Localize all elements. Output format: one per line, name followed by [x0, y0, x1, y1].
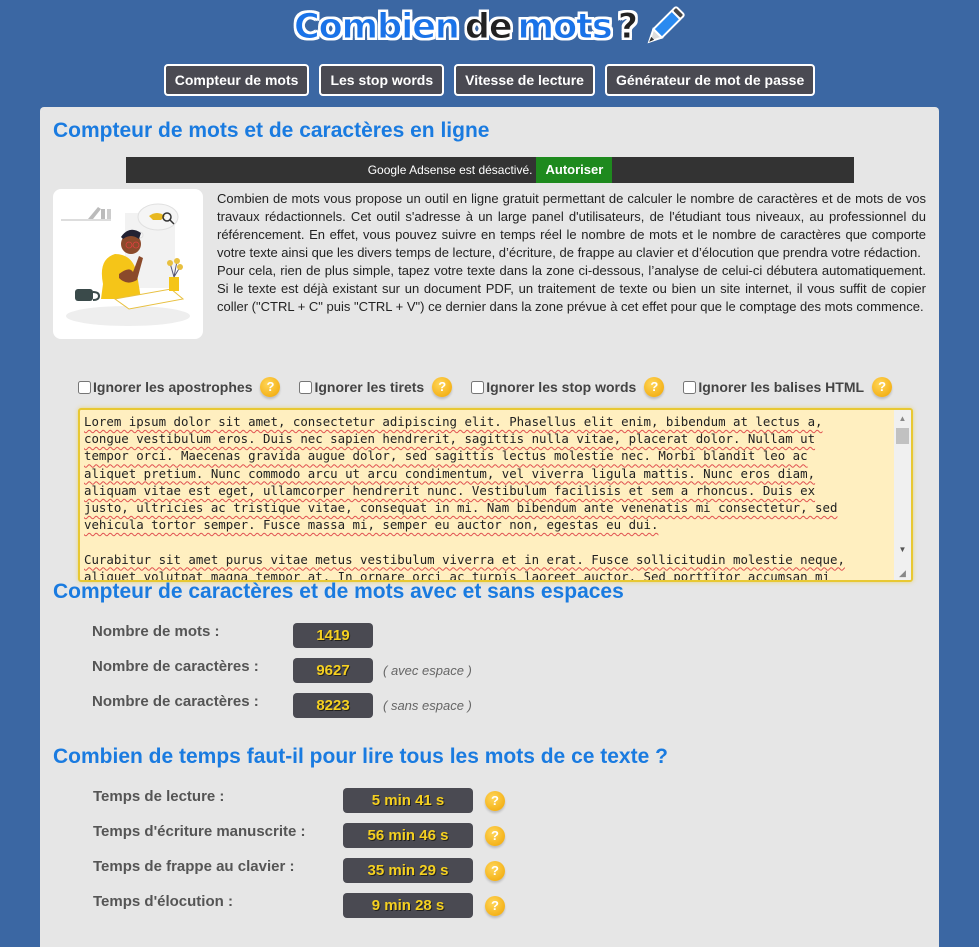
time-row-reading: Temps de lecture : [93, 788, 224, 805]
adsense-message: Google Adsense est désactivé. [367, 163, 533, 177]
time-label: Temps de lecture : [93, 788, 225, 805]
option-ignore-stop-words[interactable]: Ignorer les stop words ? [471, 377, 665, 397]
intro-paragraph-1: Combien de mots vous propose un outil en… [217, 191, 926, 260]
person-thinking-illustration [53, 189, 203, 339]
adsense-allow-button[interactable]: Autoriser [536, 157, 613, 183]
scrollbar-thumb[interactable] [896, 428, 909, 444]
count-note-with-spaces: ( avec espace ) [383, 663, 472, 678]
checkbox-ignore-stop-words[interactable] [471, 380, 485, 394]
count-label: Nombre de mots : [92, 623, 220, 640]
checkbox-ignore-html[interactable] [683, 380, 697, 394]
textarea-scrollbar[interactable]: ▲ ▼ ◢ [894, 410, 911, 580]
nav-compteur-de-mots[interactable]: Compteur de mots [163, 64, 310, 96]
help-icon[interactable]: ? [485, 791, 505, 811]
main-panel: Compteur de mots et de caractères en lig… [40, 107, 939, 947]
time-value-reading: 5 min 41 s [343, 788, 473, 813]
option-ignore-apostrophes[interactable]: Ignorer les apostrophes ? [78, 377, 281, 397]
pencil-icon [647, 6, 685, 44]
time-row-speech: Temps d'élocution : [93, 893, 233, 910]
help-icon[interactable]: ? [485, 896, 505, 916]
count-label: Nombre de caractères : [92, 693, 259, 710]
count-row-words: Nombre de mots : [92, 623, 220, 640]
logo-word-combien: Combien [293, 7, 460, 48]
count-row-chars-with-spaces: Nombre de caractères : [92, 658, 259, 675]
scroll-up-arrow-icon[interactable]: ▲ [894, 412, 911, 426]
time-label: Temps d'écriture manuscrite : [93, 823, 306, 840]
help-icon[interactable]: ? [644, 377, 665, 397]
option-label: Ignorer les stop words [486, 379, 637, 395]
checkbox-ignore-tirets[interactable] [299, 380, 313, 394]
times-title: Combien de temps faut-il pour lire tous … [53, 745, 668, 768]
count-label: Nombre de caractères : [92, 658, 259, 675]
resize-handle-icon[interactable]: ◢ [899, 568, 909, 578]
time-value-speech: 9 min 28 s [343, 893, 473, 918]
options-bar: Ignorer les apostrophes ? Ignorer les ti… [78, 377, 911, 397]
option-label: Ignorer les balises HTML [698, 379, 865, 395]
help-icon[interactable]: ? [872, 377, 893, 397]
option-label: Ignorer les apostrophes [93, 379, 253, 395]
nav-stop-words[interactable]: Les stop words [319, 64, 445, 96]
main-nav: Compteur de mots Les stop words Vitesse … [0, 64, 979, 96]
text-input-area: ▲ ▼ ◢ [78, 408, 913, 582]
text-input[interactable] [80, 410, 890, 580]
help-icon[interactable]: ? [485, 861, 505, 881]
time-label: Temps d'élocution : [93, 893, 233, 910]
intro-text: Combien de mots vous propose un outil en… [217, 190, 926, 316]
time-value-typing: 35 min 29 s [343, 858, 473, 883]
help-icon[interactable]: ? [432, 377, 453, 397]
checkbox-ignore-apostrophes[interactable] [78, 380, 91, 394]
help-icon[interactable]: ? [260, 377, 281, 397]
time-value-handwriting: 56 min 46 s [343, 823, 473, 848]
time-row-typing: Temps de frappe au clavier : [93, 858, 294, 875]
intro-paragraph-2: Pour cela, rien de plus simple, tapez vo… [217, 263, 926, 314]
site-logo[interactable]: Combien de mots ? [0, 6, 979, 56]
scroll-down-arrow-icon[interactable]: ▼ [894, 543, 911, 557]
logo-word-de: de [464, 7, 513, 48]
counts-title: Compteur de caractères et de mots avec e… [53, 580, 624, 603]
logo-question-mark: ? [617, 7, 638, 48]
adsense-banner: Google Adsense est désactivé. Autoriser [126, 157, 854, 183]
count-value-chars-without-spaces: 8223 [293, 693, 373, 718]
count-value-words: 1419 [293, 623, 373, 648]
logo-word-mots: mots [517, 7, 613, 48]
option-ignore-tirets[interactable]: Ignorer les tirets ? [299, 377, 453, 397]
page-title: Compteur de mots et de caractères en lig… [53, 119, 490, 142]
help-icon[interactable]: ? [485, 826, 505, 846]
nav-vitesse-de-lecture[interactable]: Vitesse de lecture [454, 64, 595, 96]
count-row-chars-without-spaces: Nombre de caractères : [92, 693, 259, 710]
count-note-without-spaces: ( sans espace ) [383, 698, 472, 713]
time-row-handwriting: Temps d'écriture manuscrite : [93, 823, 306, 840]
option-ignore-html[interactable]: Ignorer les balises HTML ? [683, 377, 893, 397]
count-value-chars-with-spaces: 9627 [293, 658, 373, 683]
nav-generateur-mot-de-passe[interactable]: Générateur de mot de passe [604, 64, 816, 96]
illustration-graphic [61, 203, 190, 326]
time-label: Temps de frappe au clavier : [93, 858, 295, 875]
option-label: Ignorer les tirets [314, 379, 425, 395]
